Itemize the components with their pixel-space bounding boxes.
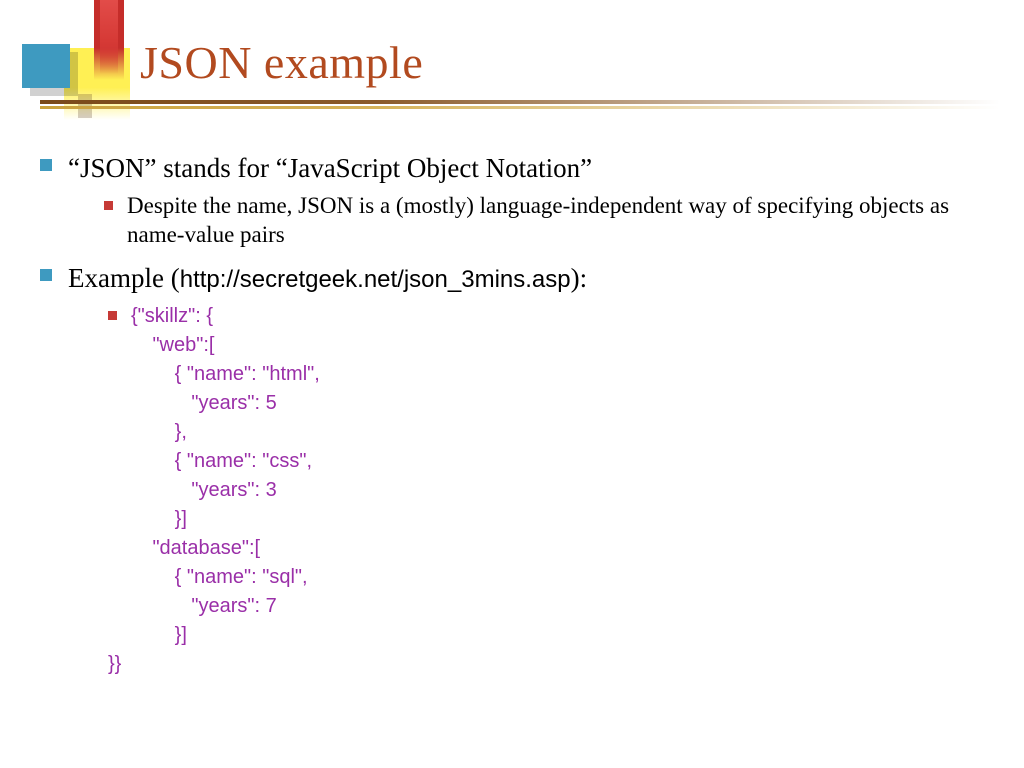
code-line: "web":[	[108, 331, 980, 360]
code-line: },	[108, 418, 980, 447]
decor-rule-gold	[40, 106, 1000, 109]
slide: JSON example “JSON” stands for “JavaScri…	[0, 0, 1024, 768]
code-line-1-row: {"skillz": {	[108, 302, 980, 331]
code-line: { "name": "css",	[108, 447, 980, 476]
bullet-2: Example (http://secretgeek.net/json_3min…	[40, 260, 980, 296]
bullet-2-text: Example (http://secretgeek.net/json_3min…	[68, 260, 587, 296]
code-block: {"skillz": { "web":[ { "name": "html", "…	[108, 302, 980, 679]
code-line: "years": 5	[108, 389, 980, 418]
bullet-2-prefix: Example (	[68, 263, 180, 293]
bullet-2-suffix: ):	[571, 263, 588, 293]
example-url: http://secretgeek.net/json_3mins.asp	[180, 266, 571, 293]
bullet-1-sub-text: Despite the name, JSON is a (mostly) lan…	[127, 192, 980, 250]
code-line: }}	[108, 650, 980, 679]
code-line: }]	[108, 621, 980, 650]
bullet-1-sub: Despite the name, JSON is a (mostly) lan…	[104, 192, 980, 250]
bullet-icon	[40, 269, 52, 281]
code-line: { "name": "html",	[108, 360, 980, 389]
code-line: {"skillz": {	[131, 302, 213, 331]
code-line: { "name": "sql",	[108, 563, 980, 592]
decor-red-bar-highlight	[100, 0, 118, 74]
bullet-icon	[40, 159, 52, 171]
bullet-1-text: “JSON” stands for “JavaScript Object Not…	[68, 150, 592, 186]
code-line: "years": 7	[108, 592, 980, 621]
slide-title: JSON example	[140, 36, 423, 89]
code-line: "years": 3	[108, 476, 980, 505]
code-line: }]	[108, 505, 980, 534]
bullet-1: “JSON” stands for “JavaScript Object Not…	[40, 150, 980, 186]
slide-body: “JSON” stands for “JavaScript Object Not…	[40, 150, 980, 679]
decor-rule-dark	[40, 100, 1000, 104]
code-line: "database":[	[108, 534, 980, 563]
decor-teal-square	[22, 44, 70, 88]
bullet-icon	[108, 311, 117, 320]
bullet-icon	[104, 201, 113, 210]
